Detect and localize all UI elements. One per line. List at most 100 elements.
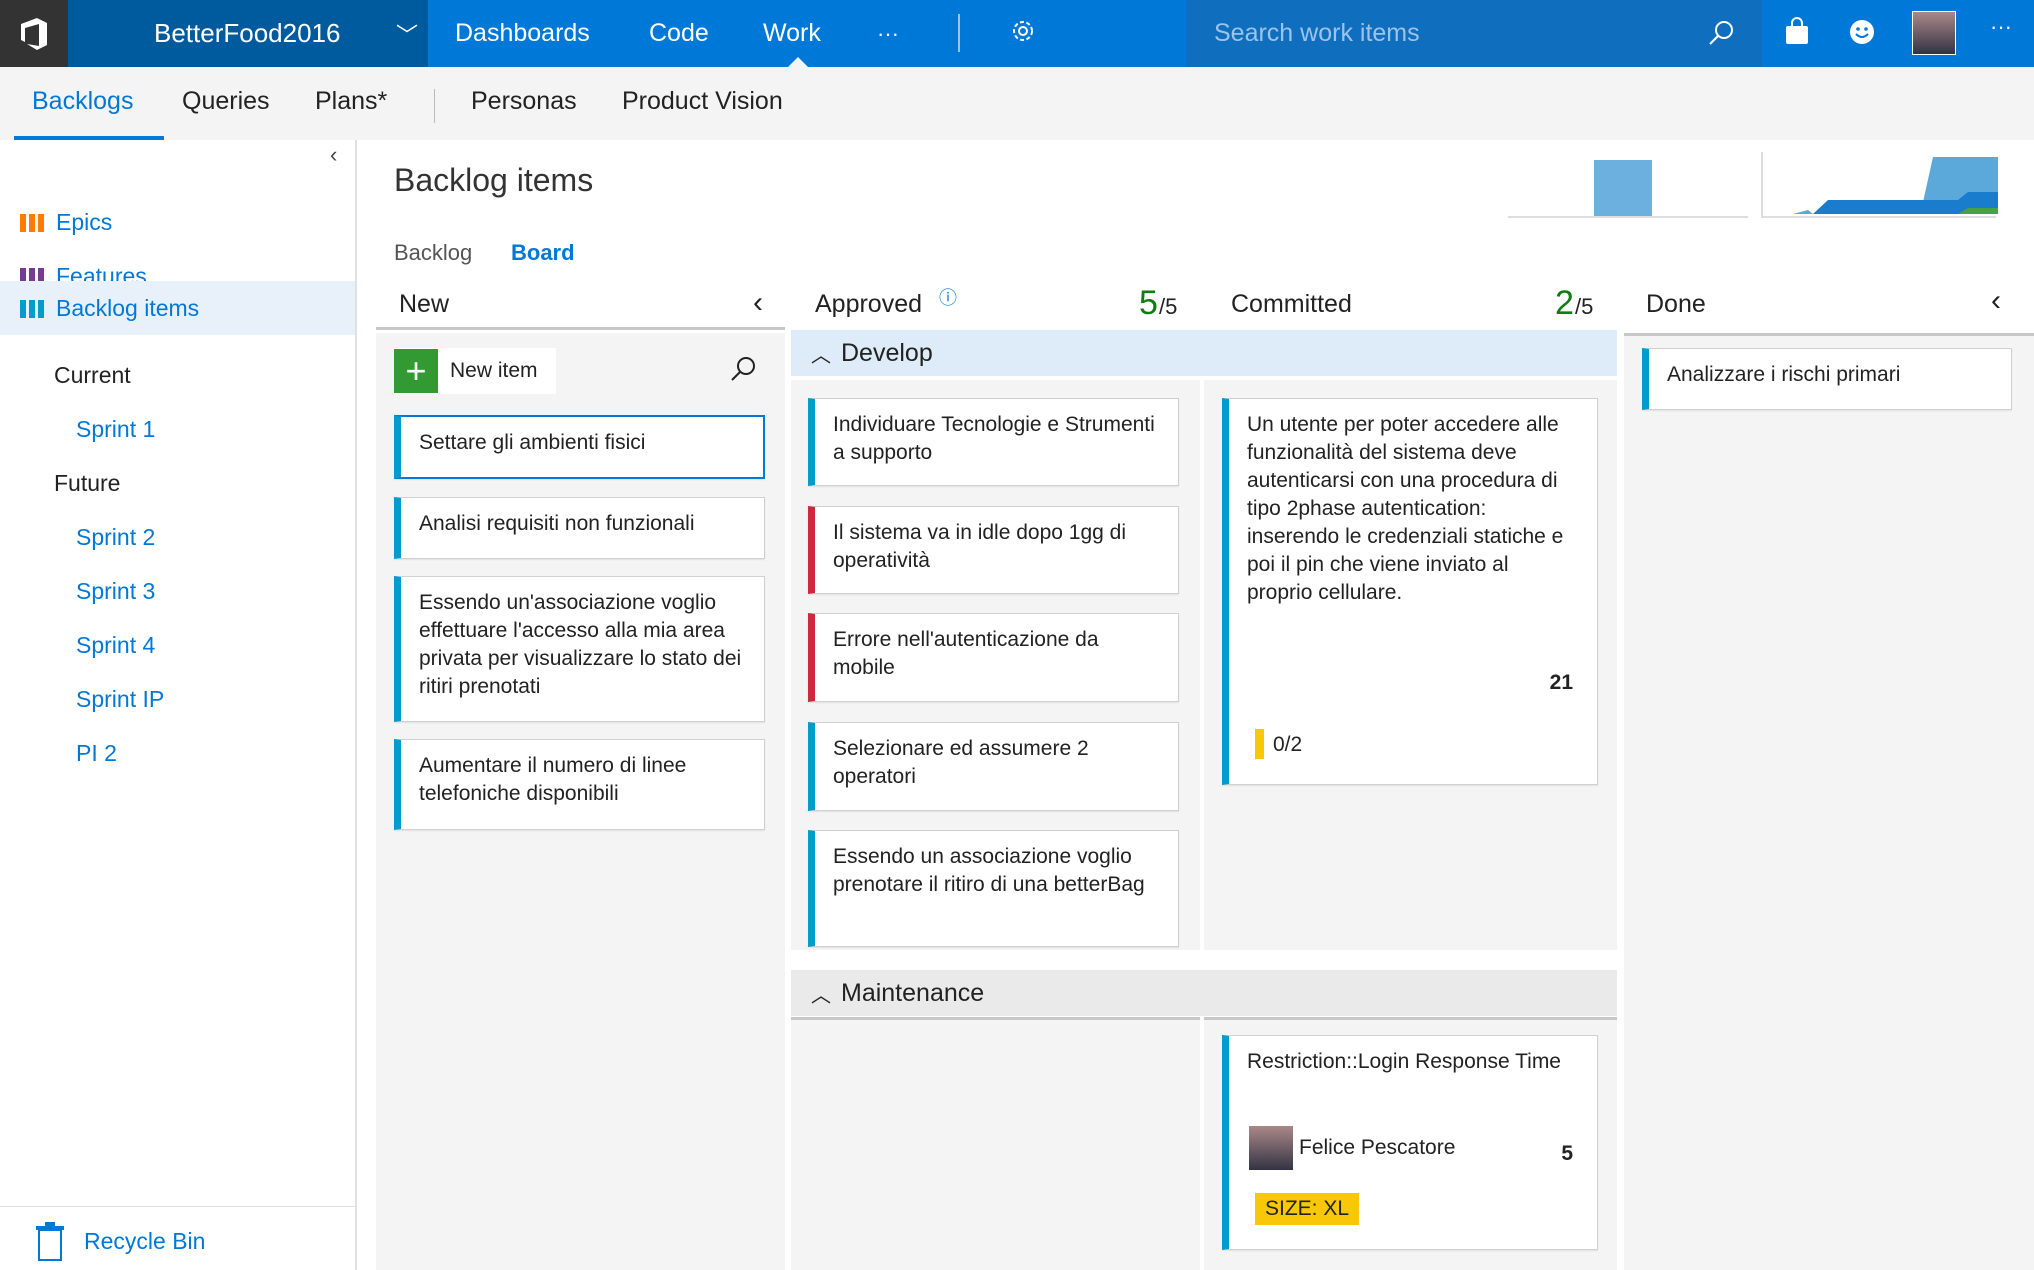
tab-product-vision[interactable]: Product Vision bbox=[622, 87, 783, 116]
column-title: Approved bbox=[815, 290, 923, 318]
more-options-button[interactable]: ··· bbox=[1990, 14, 2012, 40]
card-title: Individuare Tecnologie e Strumenti a sup… bbox=[833, 413, 1155, 464]
bug-card[interactable]: Il sistema va in idle dopo 1gg di operat… bbox=[808, 506, 1179, 594]
divider bbox=[0, 1206, 355, 1207]
column-header-new: New ‹ bbox=[376, 286, 785, 330]
section-current: Current bbox=[54, 362, 131, 388]
nav-code[interactable]: Code bbox=[649, 0, 709, 67]
column-title: Committed bbox=[1231, 290, 1352, 318]
new-item-label: New item bbox=[450, 359, 538, 382]
sidebar-item-backlog-items[interactable]: Backlog items bbox=[0, 281, 355, 335]
nav-dashboards[interactable]: Dashboards bbox=[455, 0, 590, 67]
settings-gear-icon[interactable] bbox=[1008, 16, 1038, 51]
section-future: Future bbox=[54, 470, 121, 496]
card-title: Analisi requisiti non funzionali bbox=[419, 512, 695, 535]
tab-personas[interactable]: Personas bbox=[471, 87, 577, 116]
sprint-link[interactable]: Sprint 3 bbox=[76, 578, 155, 605]
column-header-approved: Approved ⓘ 5 /5 Committed 2 /5 Done ‹ bbox=[791, 284, 2028, 330]
feedback-smiley-icon[interactable] bbox=[1847, 17, 1877, 47]
velocity-bar bbox=[1594, 160, 1652, 216]
plus-icon: + bbox=[394, 349, 438, 393]
wip-limit: /5 bbox=[1575, 294, 1594, 319]
vsts-logo-icon[interactable] bbox=[0, 0, 68, 67]
collapse-sidebar-icon[interactable]: ‹ bbox=[330, 142, 337, 168]
backlog-item-icon bbox=[20, 300, 46, 318]
maintenance-approved-cell bbox=[791, 1017, 1200, 1270]
sprint-link[interactable]: Sprint 2 bbox=[76, 524, 155, 551]
card-title: Un utente per poter accedere alle funzio… bbox=[1247, 413, 1564, 604]
new-item-button[interactable]: + New item bbox=[394, 348, 556, 394]
marketplace-bag-icon[interactable] bbox=[1782, 17, 1812, 47]
card-title: Errore nell'autenticazione da mobile bbox=[833, 628, 1099, 679]
project-selector[interactable]: BetterFood2016 ﹀ bbox=[68, 0, 428, 67]
chevron-down-icon: ﹀ bbox=[395, 22, 418, 48]
cumulative-flow-mini-chart[interactable] bbox=[1761, 152, 1998, 218]
column-title: Done bbox=[1646, 290, 1706, 318]
task-progress-bar bbox=[1255, 729, 1264, 759]
work-item-card[interactable]: Selezionare ed assumere 2 operatori bbox=[808, 722, 1179, 811]
search-placeholder: Search work items bbox=[1214, 19, 1420, 47]
collapse-column-icon[interactable]: ‹ bbox=[1991, 284, 2001, 318]
epic-icon bbox=[20, 214, 46, 232]
tab-backlogs[interactable]: Backlogs bbox=[32, 87, 133, 116]
page-title: Backlog items bbox=[394, 162, 594, 198]
nav-more-button[interactable]: ··· bbox=[877, 0, 899, 67]
column-done bbox=[1624, 333, 2034, 1270]
project-name: BetterFood2016 bbox=[154, 18, 341, 48]
user-avatar[interactable] bbox=[1912, 11, 1956, 55]
work-item-card[interactable]: Essendo un'associazione voglio effettuar… bbox=[394, 576, 765, 722]
tab-plans[interactable]: Plans* bbox=[315, 87, 387, 116]
info-icon[interactable]: ⓘ bbox=[939, 284, 957, 310]
view-backlog[interactable]: Backlog bbox=[394, 240, 472, 266]
assignee-name[interactable]: Felice Pescatore bbox=[1299, 1134, 1455, 1162]
collapse-column-icon[interactable]: ‹ bbox=[753, 286, 763, 320]
work-item-card[interactable]: Individuare Tecnologie e Strumenti a sup… bbox=[808, 398, 1179, 486]
work-item-card[interactable]: Analisi requisiti non funzionali bbox=[394, 497, 765, 559]
chevron-up-icon: ︿ bbox=[811, 344, 831, 367]
work-item-card[interactable]: Essendo un associazione voglio prenotare… bbox=[808, 830, 1179, 947]
work-item-card[interactable]: Analizzare i rischi primari bbox=[1642, 348, 2012, 410]
card-title: Settare gli ambienti fisici bbox=[419, 431, 646, 454]
bug-card[interactable]: Errore nell'autenticazione da mobile bbox=[808, 613, 1179, 702]
recycle-bin-icon bbox=[34, 1222, 66, 1267]
sprint-link[interactable]: PI 2 bbox=[76, 740, 117, 767]
sidebar-item-label: Epics bbox=[56, 208, 113, 235]
card-title: Restriction::Login Response Time bbox=[1247, 1050, 1561, 1073]
search-input[interactable]: Search work items bbox=[1186, 0, 1762, 67]
search-icon[interactable] bbox=[728, 354, 758, 384]
wip-count: 2 bbox=[1555, 284, 1574, 322]
card-title: Aumentare il numero di linee telefoniche… bbox=[419, 754, 687, 805]
task-count[interactable]: 0/2 bbox=[1273, 731, 1302, 759]
work-item-card[interactable]: Un utente per poter accedere alle funzio… bbox=[1222, 398, 1598, 785]
sub-navigation: Backlogs Queries Plans* Personas Product… bbox=[0, 67, 2034, 140]
effort-value: 5 bbox=[1561, 1142, 1573, 1165]
tab-divider bbox=[434, 89, 435, 123]
work-item-card[interactable]: Restriction::Login Response Time Felice … bbox=[1222, 1035, 1598, 1250]
tag-badge: SIZE: XL bbox=[1255, 1193, 1360, 1225]
lane-title: Develop bbox=[841, 338, 933, 367]
lane-title: Maintenance bbox=[841, 978, 985, 1007]
sprint-link[interactable]: Sprint IP bbox=[76, 686, 164, 713]
swimlane-maintenance[interactable]: ︿ Maintenance bbox=[791, 970, 1617, 1016]
card-title: Selezionare ed assumere 2 operatori bbox=[833, 737, 1089, 788]
tab-queries[interactable]: Queries bbox=[182, 87, 270, 116]
effort-value: 21 bbox=[1549, 671, 1573, 694]
search-icon[interactable] bbox=[1706, 18, 1736, 48]
view-board[interactable]: Board bbox=[511, 240, 575, 266]
sprint-link[interactable]: Sprint 1 bbox=[76, 416, 155, 443]
sidebar: ‹ Epics Features Backlog items Current S… bbox=[0, 140, 357, 1270]
work-item-card[interactable]: Aumentare il numero di linee telefoniche… bbox=[394, 739, 765, 830]
wip-limit: /5 bbox=[1159, 294, 1178, 319]
card-title: Essendo un'associazione voglio effettuar… bbox=[419, 591, 742, 698]
card-title: Il sistema va in idle dopo 1gg di operat… bbox=[833, 521, 1127, 572]
card-title: Essendo un associazione voglio prenotare… bbox=[833, 845, 1145, 896]
velocity-mini-chart[interactable] bbox=[1508, 160, 1748, 218]
work-item-card[interactable]: Settare gli ambienti fisici bbox=[394, 415, 765, 479]
chevron-up-icon: ︿ bbox=[811, 984, 831, 1007]
swimlane-develop[interactable]: ︿ Develop bbox=[791, 330, 1617, 376]
column-title: New bbox=[399, 290, 450, 318]
sprint-link[interactable]: Sprint 4 bbox=[76, 632, 155, 659]
sidebar-item-epics[interactable]: Epics bbox=[0, 195, 355, 249]
recycle-bin-link[interactable]: Recycle Bin bbox=[84, 1228, 205, 1255]
card-title: Analizzare i rischi primari bbox=[1667, 363, 1901, 386]
